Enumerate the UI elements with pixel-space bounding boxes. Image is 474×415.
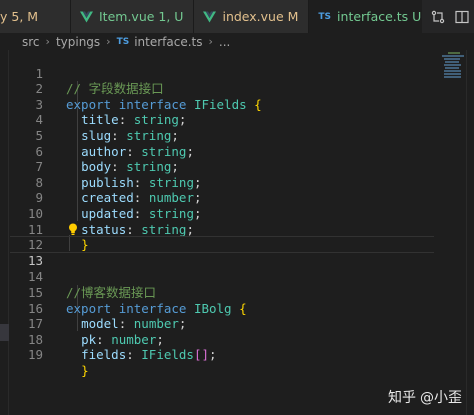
watermark-user: @小歪 bbox=[420, 390, 462, 406]
code-editor[interactable]: 1 // 字段数据接口 2 export interface IFields {… bbox=[10, 50, 434, 415]
code-line: 14 //博客数据接口 bbox=[10, 254, 434, 300]
tab-label: interface.ts U bbox=[337, 9, 422, 24]
code-line: 2 export interface IFields { bbox=[10, 66, 434, 112]
minimap-line bbox=[445, 67, 459, 69]
chevron-right-icon: › bbox=[45, 35, 50, 48]
tab-truncated[interactable]: y 5, M bbox=[0, 0, 71, 33]
compare-changes-icon[interactable] bbox=[430, 9, 446, 25]
breadcrumb-src[interactable]: src bbox=[22, 35, 40, 49]
punctuation: : bbox=[126, 347, 134, 363]
breadcrumb-file[interactable]: interface.ts bbox=[134, 35, 202, 49]
selection-marker bbox=[0, 324, 9, 341]
vue-logo-icon bbox=[80, 11, 93, 22]
code-line: 5 author: string; bbox=[10, 112, 434, 159]
minimap-line bbox=[445, 61, 459, 63]
code-line: 11 } bbox=[10, 206, 434, 253]
bracket: [] bbox=[193, 347, 210, 363]
tab-label: index.vue M bbox=[222, 9, 299, 24]
code-line: 18 fields: IFields[]; bbox=[10, 316, 434, 363]
code-line: 1 // 字段数据接口 bbox=[10, 50, 434, 97]
chevron-right-icon: › bbox=[106, 35, 111, 48]
brace: } bbox=[81, 362, 89, 378]
type-name: IFields bbox=[141, 347, 194, 363]
breadcrumb: src › typings › TS interface.ts › ... bbox=[0, 33, 474, 50]
side-panel-edge bbox=[0, 50, 9, 415]
code-line: 10 status: string; bbox=[10, 190, 434, 237]
tab-label: y 5, M bbox=[0, 9, 39, 24]
code-line: 4 slug: string; bbox=[10, 97, 434, 143]
watermark-brand: 知乎 bbox=[388, 390, 416, 406]
split-editor-icon[interactable] bbox=[454, 9, 470, 25]
editor-actions bbox=[422, 0, 474, 33]
line-number: 19 bbox=[27, 347, 43, 363]
code-line: 17 pk: number; bbox=[10, 301, 434, 347]
tab-index-vue[interactable]: index.vue M bbox=[194, 0, 310, 33]
vue-logo-icon bbox=[203, 11, 217, 22]
minimap-line bbox=[448, 52, 460, 54]
code-line: 19 } bbox=[10, 332, 434, 378]
tab-label: Item.vue 1, U bbox=[99, 9, 184, 24]
code-line: 15 export interface IBolg { bbox=[10, 269, 434, 316]
punctuation: ; bbox=[209, 347, 217, 363]
chevron-right-icon: › bbox=[208, 35, 213, 48]
code-line: 8 created: number; bbox=[10, 159, 434, 206]
code-line: 3 title: string; bbox=[10, 81, 434, 128]
breadcrumb-typings[interactable]: typings bbox=[56, 35, 100, 49]
code-line: 7 publish: string; bbox=[10, 144, 434, 190]
minimap-line bbox=[444, 70, 461, 72]
code-line: 6 body: string; bbox=[10, 128, 434, 175]
typescript-file-icon: TS bbox=[116, 36, 130, 47]
watermark: 知乎 @小歪 bbox=[388, 387, 462, 407]
typescript-file-icon: TS bbox=[318, 11, 332, 22]
breadcrumb-ellipsis[interactable]: ... bbox=[219, 35, 230, 49]
code-line: 16 model: number; bbox=[10, 285, 434, 332]
vertical-scrollbar[interactable] bbox=[466, 50, 474, 415]
code-line: 9 updated: string; bbox=[10, 175, 434, 221]
minimap-line bbox=[444, 73, 461, 75]
tab-item-vue[interactable]: Item.vue 1, U bbox=[71, 0, 195, 33]
minimap-line bbox=[444, 76, 461, 78]
minimap-line bbox=[444, 58, 460, 60]
tab-bar: y 5, M Item.vue 1, U index.vue M TS inte… bbox=[0, 0, 474, 33]
minimap-line bbox=[444, 64, 461, 66]
code-line-current: 13 bbox=[10, 236, 434, 268]
property: fields bbox=[81, 347, 127, 363]
lightbulb-icon[interactable] bbox=[68, 223, 78, 236]
minimap-line bbox=[442, 55, 464, 57]
